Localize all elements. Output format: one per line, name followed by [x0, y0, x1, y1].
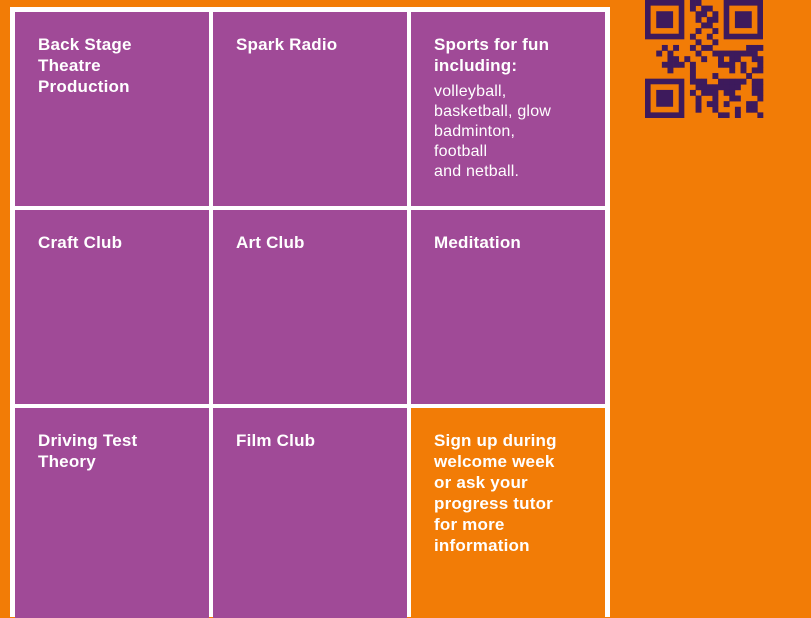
activity-title: Craft Club: [38, 233, 123, 252]
activity-driving-test-theory: Driving Test Theory: [15, 408, 209, 618]
activity-description: volleyball, basketball, glow badminton, …: [434, 83, 552, 180]
activity-craft-club: Craft Club: [15, 210, 209, 404]
qr-code-icon[interactable]: [643, 0, 765, 118]
activity-title: Sports for fun including:: [434, 35, 550, 75]
activity-film-club: Film Club: [213, 408, 407, 618]
activity-art-club: Art Club: [213, 210, 407, 404]
activity-spark-radio: Spark Radio: [213, 12, 407, 206]
sign-up-text: Sign up during welcome week or ask your …: [434, 431, 557, 555]
activity-title: Meditation: [434, 233, 521, 252]
activity-meditation: Meditation: [411, 210, 605, 404]
activity-sports-for-fun: Sports for fun including: volleyball, ba…: [411, 12, 605, 206]
qr-code-graphic: [645, 0, 764, 118]
activities-grid: Back Stage Theatre Production Spark Radi…: [10, 7, 610, 618]
activity-back-stage-theatre: Back Stage Theatre Production: [15, 12, 209, 206]
activity-title: Art Club: [236, 233, 305, 252]
activity-title: Film Club: [236, 431, 316, 450]
activity-title: Driving Test Theory: [38, 431, 138, 471]
activity-title: Back Stage Theatre Production: [38, 35, 132, 96]
sign-up-notice: Sign up during welcome week or ask your …: [411, 408, 605, 618]
activity-title: Spark Radio: [236, 35, 338, 54]
